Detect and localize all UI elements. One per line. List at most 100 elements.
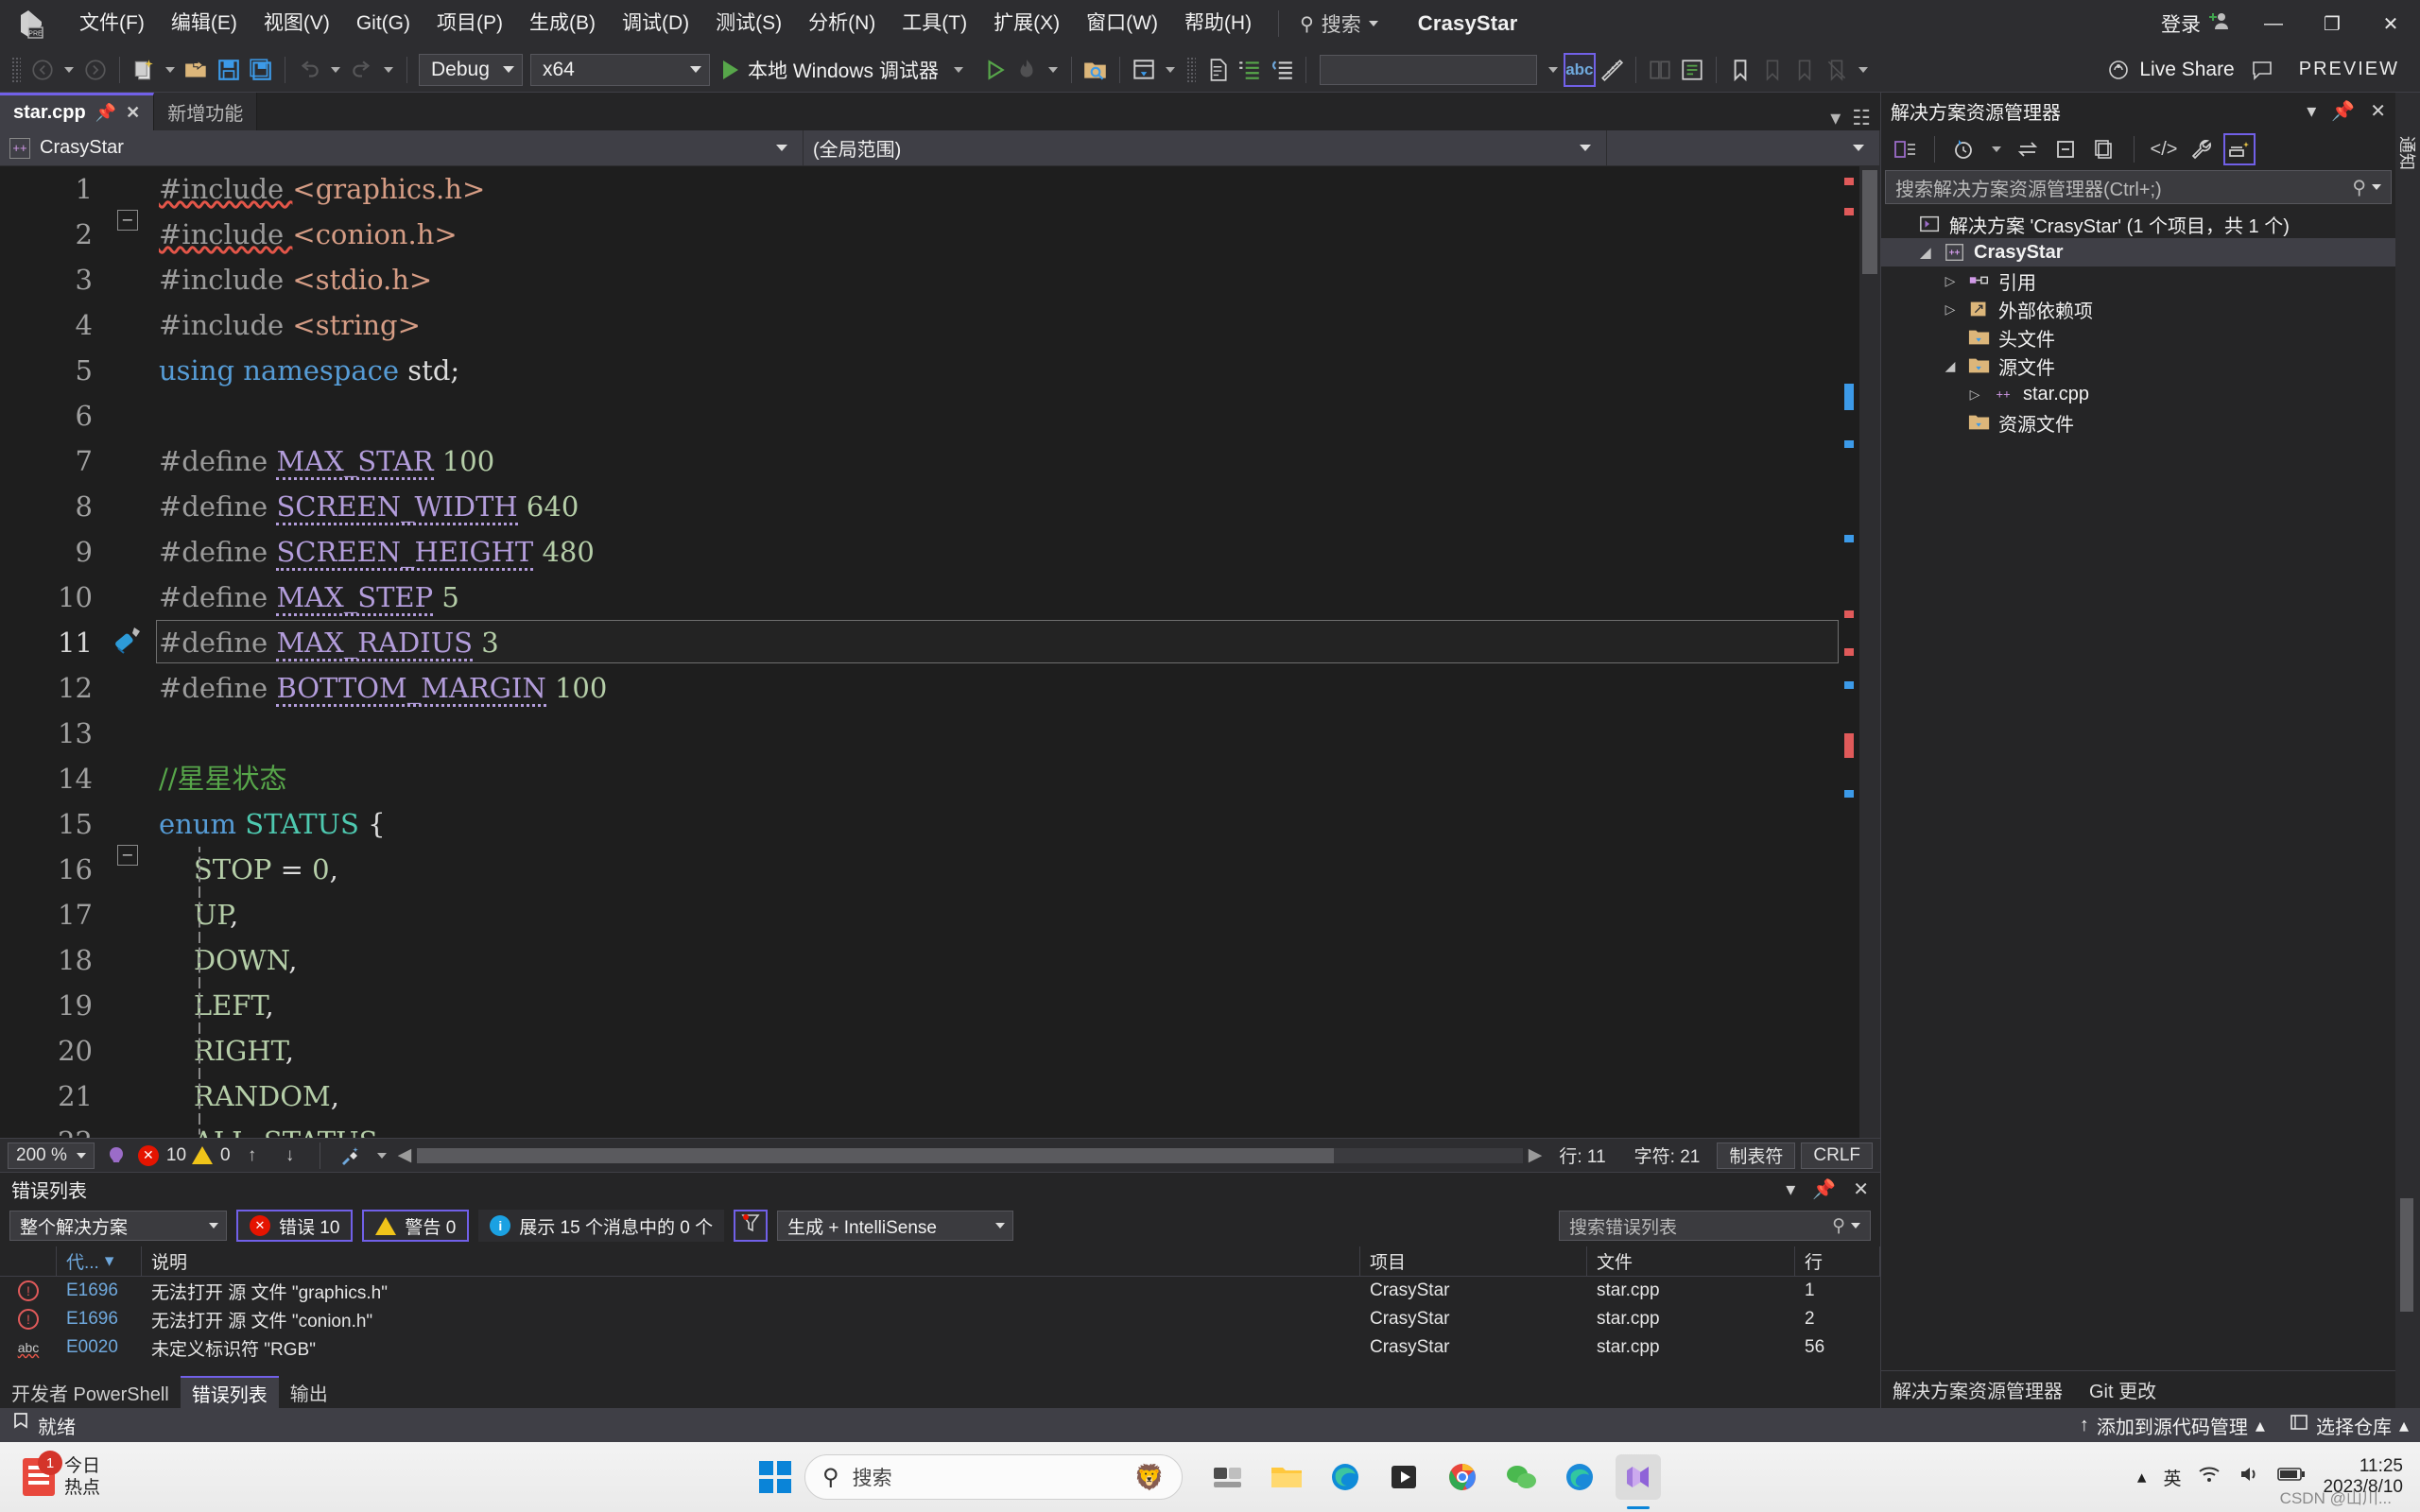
maximize-button[interactable]: ❐: [2303, 0, 2361, 47]
expand-twisty-closed-icon[interactable]: ▷: [1940, 273, 1961, 289]
indent-mode-label[interactable]: 制表符: [1717, 1142, 1796, 1169]
code-line[interactable]: 15− enum STATUS {: [0, 801, 1859, 866]
right-strip-scroll-thumb[interactable]: [2400, 1198, 2413, 1312]
solution-platform-combo[interactable]: x64: [530, 53, 710, 86]
tree-item--crasystar-1-1-[interactable]: 解决方案 'CrasyStar' (1 个项目，共 1 个): [1881, 210, 2395, 238]
column-description[interactable]: 说明: [142, 1246, 1360, 1277]
bookmark-icon[interactable]: [1724, 53, 1756, 87]
news-and-interests-widget[interactable]: 1 今日 热点: [0, 1451, 100, 1499]
solution-configuration-combo[interactable]: Debug: [419, 53, 523, 86]
code-line[interactable]: 18 DOWN,: [0, 937, 1859, 983]
notifications-vertical-tab[interactable]: 通知: [2395, 136, 2420, 187]
find-input[interactable]: [1319, 54, 1537, 85]
overview-error-mark[interactable]: [1844, 648, 1854, 656]
expand-twisty-closed-icon[interactable]: ▷: [1940, 301, 1961, 318]
edge-icon[interactable]: [1322, 1454, 1368, 1500]
media-player-icon[interactable]: [1381, 1454, 1426, 1500]
close-icon[interactable]: ✕: [126, 103, 140, 123]
menu-help[interactable]: 帮助(H): [1171, 0, 1265, 47]
start-debugging-button[interactable]: 本地 Windows 调试器: [714, 52, 978, 88]
menu-build[interactable]: 生成(B): [516, 0, 609, 47]
messages-filter-button[interactable]: i 展示 15 个消息中的 0 个: [478, 1210, 725, 1242]
line-ending-label[interactable]: CRLF: [1801, 1142, 1873, 1169]
column-file[interactable]: 文件: [1587, 1246, 1795, 1277]
code-line[interactable]: 20 RIGHT,: [0, 1028, 1859, 1074]
tree-item--[interactable]: ▷ 外部依赖项: [1881, 295, 2395, 323]
close-icon[interactable]: ✕: [1853, 1177, 1869, 1201]
editor-warning-count[interactable]: 0: [192, 1145, 231, 1166]
column-line[interactable]: 行: [1795, 1246, 1880, 1277]
indent-icon[interactable]: [1234, 53, 1266, 87]
solution-explorer-search-input[interactable]: 搜索解决方案资源管理器(Ctrl+;) ⚲: [1885, 170, 2392, 204]
redo-button[interactable]: [346, 53, 378, 87]
open-file-button[interactable]: [181, 53, 213, 87]
compare-icon[interactable]: [1644, 53, 1676, 87]
volume-icon[interactable]: [2238, 1465, 2260, 1489]
editor-vertical-scrollbar[interactable]: [1859, 166, 1880, 1138]
tab-star-cpp[interactable]: star.cpp 📌 ✕: [0, 93, 155, 130]
table-row[interactable]: ! E1696 无法打开 源 文件 "graphics.h" CrasyStar sta…: [0, 1277, 1880, 1305]
expand-twisty-open-icon[interactable]: ◢: [1915, 245, 1936, 261]
sync-icon[interactable]: [2013, 133, 2045, 165]
clear-bookmarks-icon[interactable]: [1821, 53, 1853, 87]
code-cleanup-icon[interactable]: [334, 1139, 366, 1173]
windows-start-icon[interactable]: [759, 1461, 791, 1493]
code-line[interactable]: 2 #include <conion.h>: [0, 212, 1859, 257]
menu-extensions[interactable]: 扩展(X): [980, 0, 1073, 47]
show-all-files-icon[interactable]: </>: [2148, 133, 2180, 165]
errors-filter-button[interactable]: ✕ 错误 10: [236, 1210, 354, 1242]
error-scope-combo[interactable]: 整个解决方案: [9, 1211, 227, 1241]
member-list-dropdown[interactable]: [1607, 129, 1880, 166]
member-scope-dropdown[interactable]: (全局范围): [804, 129, 1607, 166]
overview-error-mark[interactable]: [1844, 178, 1854, 185]
pin-icon[interactable]: 📌: [2331, 99, 2355, 123]
window-layout-dropdown-icon[interactable]: [1165, 66, 1175, 73]
code-line[interactable]: 10 #define MAX_STEP 5: [0, 575, 1859, 620]
menu-git[interactable]: Git(G): [343, 0, 424, 47]
overview-change-mark[interactable]: [1844, 384, 1854, 410]
navigate-forward-button[interactable]: [79, 53, 112, 87]
overview-change-mark[interactable]: [1844, 535, 1854, 542]
overview-change-mark[interactable]: [1844, 790, 1854, 798]
code-line[interactable]: 9 #define SCREEN_HEIGHT 480: [0, 529, 1859, 575]
menu-file[interactable]: 文件(F): [66, 0, 158, 47]
overview-error-mark[interactable]: [1844, 208, 1854, 215]
comment-icon[interactable]: [1266, 53, 1298, 87]
select-repository-button[interactable]: 选择仓库 ▴: [2290, 1412, 2409, 1439]
scroll-left-icon[interactable]: ◀: [398, 1144, 412, 1166]
overview-error-mark[interactable]: [1844, 733, 1854, 758]
menu-project[interactable]: 项目(P): [424, 0, 516, 47]
tab-list-chevron-icon[interactable]: ▾: [1830, 106, 1841, 130]
new-project-dropdown-icon[interactable]: [165, 66, 175, 73]
save-all-button[interactable]: [245, 53, 277, 87]
menu-tools[interactable]: 工具(T): [889, 0, 980, 47]
overview-error-mark[interactable]: [1844, 610, 1854, 618]
find-dropdown-icon[interactable]: [1547, 66, 1558, 73]
visual-studio-icon[interactable]: [1616, 1454, 1661, 1509]
tree-item--[interactable]: 资源文件: [1881, 408, 2395, 437]
code-line[interactable]: 4 #include <string>: [0, 302, 1859, 348]
editor-error-count[interactable]: ✕ 10: [137, 1144, 186, 1166]
warnings-filter-button[interactable]: 警告 0: [362, 1210, 470, 1242]
code-cleanup-dropdown-icon[interactable]: [376, 1152, 387, 1159]
arrow-up-icon[interactable]: ↑: [236, 1139, 268, 1173]
edge-dev-icon[interactable]: [1557, 1454, 1602, 1500]
quick-actions-screwdriver-icon[interactable]: [106, 620, 147, 662]
sign-in-button[interactable]: 登录: [2148, 9, 2244, 38]
scrollbar-thumb[interactable]: [417, 1147, 1335, 1163]
redo-dropdown-icon[interactable]: [384, 66, 393, 73]
code-line[interactable]: 3 #include <stdio.h>: [0, 257, 1859, 302]
properties-wrench-icon[interactable]: [2186, 133, 2218, 165]
menu-analyze[interactable]: 分析(N): [795, 0, 889, 47]
preview-selected-items-icon[interactable]: [2223, 133, 2256, 165]
tab-git-changes[interactable]: Git 更改: [2089, 1376, 2156, 1403]
ime-indicator[interactable]: 英: [2163, 1465, 2181, 1490]
code-line[interactable]: 11 #define MAX_RADIUS 3: [0, 620, 1859, 665]
menu-edit[interactable]: 编辑(E): [158, 0, 251, 47]
hot-reload-dropdown-icon[interactable]: [1047, 66, 1058, 73]
undo-dropdown-icon[interactable]: [331, 66, 340, 73]
error-list-search-input[interactable]: 搜索错误列表 ⚲: [1559, 1211, 1871, 1241]
minimize-button[interactable]: —: [2244, 0, 2303, 47]
global-search-box[interactable]: ⚲ 搜索: [1292, 5, 1386, 43]
code-line[interactable]: 14 //星星状态: [0, 756, 1859, 801]
